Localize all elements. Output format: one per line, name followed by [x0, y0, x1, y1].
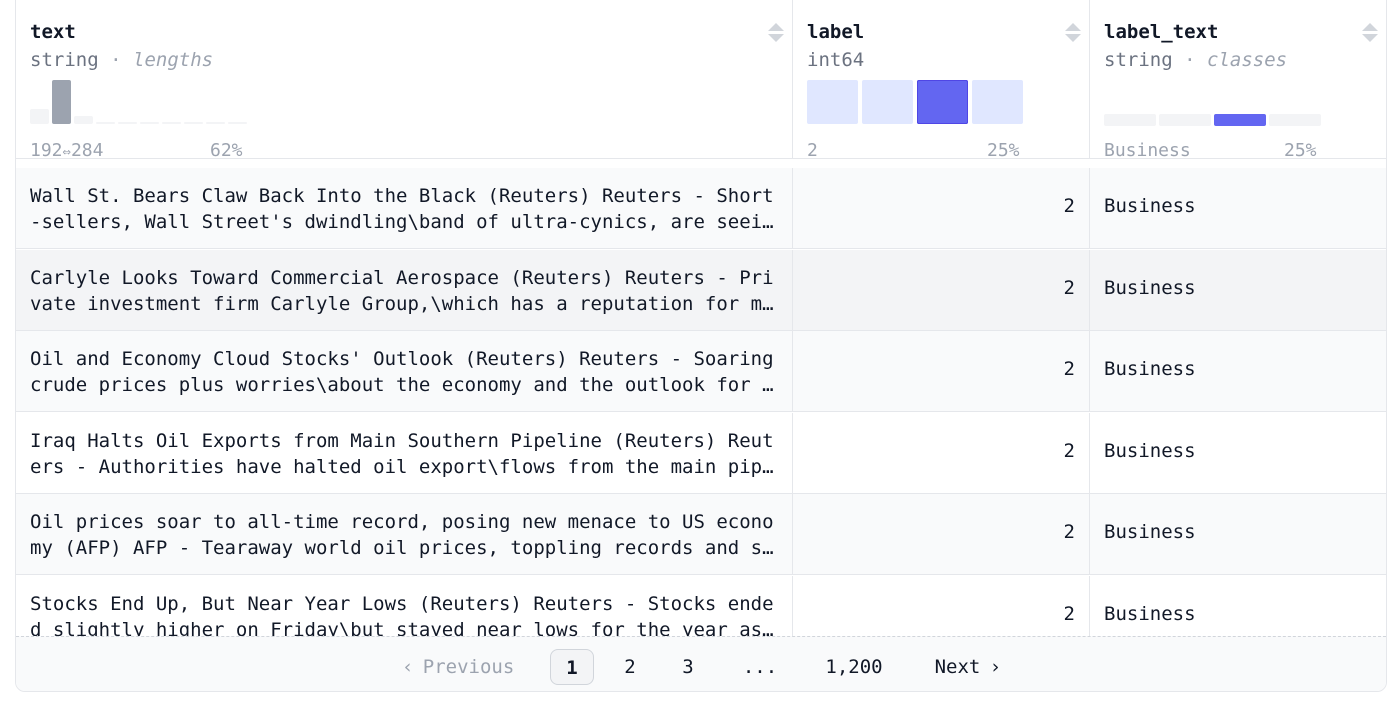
cell-text[interactable]: Stocks End Up, But Near Year Lows (Reute… — [16, 576, 793, 636]
column-subtype: lengths — [133, 49, 214, 71]
column-name: label — [807, 21, 865, 43]
distribution-segment[interactable] — [1214, 114, 1266, 126]
histogram-bar[interactable] — [184, 122, 203, 124]
sort-icon[interactable] — [1362, 23, 1378, 45]
cell-label-value: 2 — [1063, 603, 1075, 625]
cell-label[interactable]: 2 — [793, 250, 1090, 330]
cell-text[interactable]: Wall St. Bears Claw Back Into the Black … — [16, 168, 793, 248]
pagination-ellipsis: ... — [742, 656, 778, 678]
column-type-label: string — [30, 49, 99, 71]
page-button-2[interactable]: 2 — [614, 649, 646, 685]
cell-label-text[interactable]: Business — [1090, 494, 1386, 574]
histogram-bar[interactable] — [228, 122, 247, 124]
cell-label[interactable]: 2 — [793, 331, 1090, 411]
previous-page-button[interactable]: ‹ Previous — [394, 649, 524, 685]
histogram-bar[interactable] — [30, 109, 49, 124]
histogram-percent: 25% — [987, 140, 1020, 161]
column-subtype: classes — [1207, 49, 1288, 71]
cell-label-text[interactable]: Business — [1090, 413, 1386, 493]
table-header: text string · lengths 192⇔284 62% label … — [16, 0, 1386, 161]
cell-label-text[interactable]: Business — [1090, 331, 1386, 411]
table-row[interactable]: Carlyle Looks Toward Commercial Aerospac… — [16, 250, 1386, 331]
cell-text-value: Iraq Halts Oil Exports from Main Souther… — [30, 430, 774, 478]
histogram-percent: 25% — [1284, 140, 1317, 161]
sort-icon[interactable] — [1065, 23, 1081, 45]
cell-label-text-value: Business — [1104, 521, 1196, 543]
table-row[interactable]: Stocks End Up, But Near Year Lows (Reute… — [16, 576, 1386, 636]
cell-label[interactable]: 2 — [793, 168, 1090, 248]
column-type: string · classes — [1104, 49, 1287, 71]
table-row[interactable]: Oil prices soar to all-time record, posi… — [16, 494, 1386, 575]
histogram-range: 192⇔284 — [30, 140, 104, 161]
dataset-viewer: text string · lengths 192⇔284 62% label … — [15, 0, 1387, 692]
cell-label-text-value: Business — [1104, 195, 1196, 217]
cell-label-value: 2 — [1063, 521, 1075, 543]
cell-label-text[interactable]: Business — [1090, 168, 1386, 248]
column-name: text — [30, 21, 76, 43]
chevron-left-icon: ‹ — [403, 656, 412, 678]
histogram-bar[interactable] — [917, 80, 968, 124]
cell-text[interactable]: Iraq Halts Oil Exports from Main Souther… — [16, 413, 793, 493]
cell-label-text-value: Business — [1104, 358, 1196, 380]
cell-label-value: 2 — [1063, 358, 1075, 380]
histogram-value: 2 — [807, 140, 818, 161]
page-button-last[interactable]: 1,200 — [816, 649, 892, 685]
column-header-text[interactable]: text string · lengths 192⇔284 62% — [16, 0, 793, 161]
histogram-bar[interactable] — [74, 116, 93, 124]
separator-dot: · — [110, 49, 122, 71]
cell-label[interactable]: 2 — [793, 413, 1090, 493]
histogram-bar[interactable] — [862, 80, 913, 124]
pagination: ‹ Previous 1 2 3 ... 1,200 Next › — [16, 636, 1386, 691]
column-header-label[interactable]: label int64 2 25% — [793, 0, 1090, 161]
cell-label-text-value: Business — [1104, 277, 1196, 299]
cell-label-value: 2 — [1063, 195, 1075, 217]
histogram-bar[interactable] — [96, 122, 115, 124]
cell-label-value: 2 — [1063, 440, 1075, 462]
cell-label-text[interactable]: Business — [1090, 250, 1386, 330]
cell-text[interactable]: Carlyle Looks Toward Commercial Aerospac… — [16, 250, 793, 330]
chevron-right-icon: › — [991, 656, 1000, 678]
histogram-bar[interactable] — [140, 122, 159, 124]
histogram-bar[interactable] — [118, 122, 137, 124]
cell-text-value: Oil prices soar to all-time record, posi… — [30, 511, 774, 559]
table-row[interactable]: Iraq Halts Oil Exports from Main Souther… — [16, 413, 1386, 494]
column-type: int64 — [807, 49, 865, 71]
column-name: label_text — [1104, 21, 1219, 43]
page-button-1[interactable]: 1 — [550, 649, 594, 685]
distribution-segment[interactable] — [1269, 114, 1321, 126]
cell-label-value: 2 — [1063, 277, 1075, 299]
column-type: string · lengths — [30, 49, 213, 71]
cell-label-text-value: Business — [1104, 440, 1196, 462]
histogram-percent: 62% — [210, 140, 243, 161]
histogram-value: Business — [1104, 140, 1191, 161]
column-type-label: string — [1104, 49, 1173, 71]
histogram-bar[interactable] — [807, 80, 858, 124]
page-button-3[interactable]: 3 — [672, 649, 704, 685]
cell-text-value: Oil and Economy Cloud Stocks' Outlook (R… — [30, 348, 774, 396]
histogram-bar[interactable] — [162, 122, 181, 124]
cell-label[interactable]: 2 — [793, 494, 1090, 574]
separator-dot: · — [1184, 49, 1196, 71]
cell-text-value: Carlyle Looks Toward Commercial Aerospac… — [30, 267, 774, 315]
cell-label[interactable]: 2 — [793, 576, 1090, 636]
next-page-button[interactable]: Next › — [926, 649, 1008, 685]
cell-label-text-value: Business — [1104, 603, 1196, 625]
distribution-segment[interactable] — [1159, 114, 1211, 126]
histogram-bar[interactable] — [972, 80, 1023, 124]
table-row[interactable]: Oil and Economy Cloud Stocks' Outlook (R… — [16, 331, 1386, 412]
distribution-segment[interactable] — [1104, 114, 1156, 126]
cell-text[interactable]: Oil and Economy Cloud Stocks' Outlook (R… — [16, 331, 793, 411]
histogram-bar[interactable] — [52, 80, 71, 124]
cell-label-text[interactable]: Business — [1090, 576, 1386, 636]
table-row[interactable]: Wall St. Bears Claw Back Into the Black … — [16, 168, 1386, 249]
cell-text-value: Stocks End Up, But Near Year Lows (Reute… — [30, 593, 774, 636]
sort-icon[interactable] — [768, 23, 784, 45]
cell-text[interactable]: Oil prices soar to all-time record, posi… — [16, 494, 793, 574]
cell-text-value: Wall St. Bears Claw Back Into the Black … — [30, 185, 774, 233]
histogram-bar[interactable] — [206, 122, 225, 124]
table-body: Wall St. Bears Claw Back Into the Black … — [16, 168, 1386, 636]
column-header-label-text[interactable]: label_text string · classes Business 25% — [1090, 0, 1386, 161]
